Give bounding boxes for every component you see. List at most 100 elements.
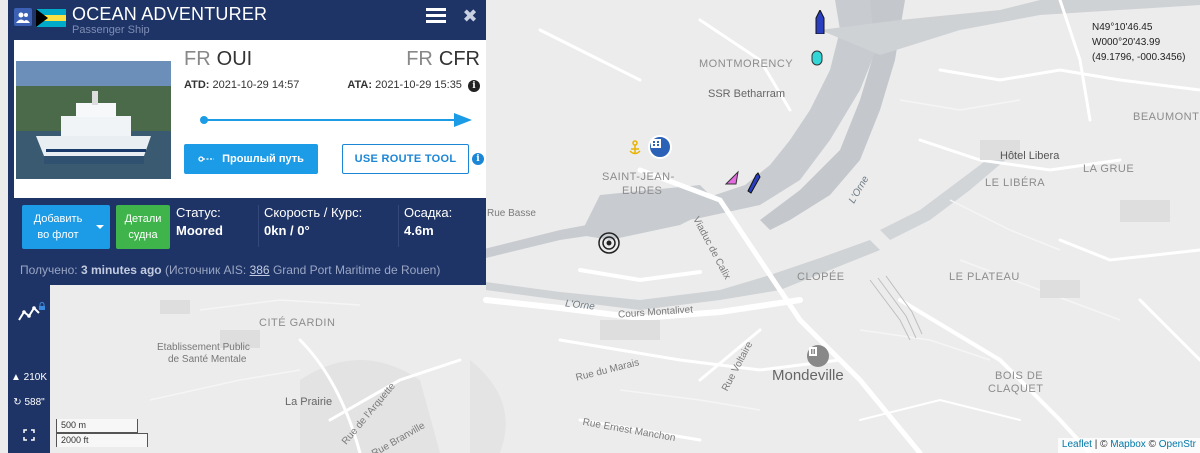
speed-label: Скорость / Курс:: [264, 205, 363, 220]
coord-lat: N49°10'46.45: [1092, 22, 1153, 33]
received-info: Получено: 3 minutes ago (Источник AIS: 3…: [20, 263, 440, 277]
place-beaumont: BEAUMONT: [1133, 111, 1200, 123]
fullscreen-icon: [23, 429, 35, 441]
poi-ssr-betharram: SSR Betharram: [708, 88, 786, 100]
received-source-prefix: (Источник AIS:: [164, 263, 247, 277]
scale-metric: 500 m: [56, 419, 138, 433]
poi-etablissement-line2: de Santé Mentale: [168, 354, 247, 365]
street-rue-basse: Rue Basse: [487, 208, 536, 219]
leaflet-link[interactable]: Leaflet: [1062, 439, 1092, 450]
map-scale: 500 m 2000 ft: [56, 419, 148, 447]
ata-label: ATA:: [347, 79, 373, 91]
past-track-label: Прошлый путь: [222, 153, 304, 165]
attrib-sep1: | ©: [1091, 439, 1111, 450]
osm-link[interactable]: OpenStr: [1159, 439, 1196, 450]
poi-hotel-libera: Hôtel Libera: [1000, 150, 1060, 162]
place-le-libera: LE LIBÉRA: [985, 177, 1046, 189]
port-icon[interactable]: [648, 135, 672, 159]
vessel-name: OCEAN ADVENTURER: [72, 4, 268, 24]
place-le-plateau: LE PLATEAU: [949, 271, 1020, 283]
arrival-port[interactable]: FR CFR: [406, 48, 480, 71]
track-icon: [198, 156, 215, 162]
scale-imperial: 2000 ft: [56, 433, 148, 447]
cursor-coordinates: N49°10'46.45 W000°20'43.99 (49.1796, -00…: [1092, 20, 1185, 65]
bahamas-flag-icon: [36, 9, 66, 27]
refresh-icon: ↻: [13, 397, 22, 408]
fleet-users-icon[interactable]: [14, 8, 32, 26]
refresh-stat[interactable]: ↻ 588": [8, 397, 50, 408]
ship-small-icon: ▲: [10, 372, 21, 383]
place-clopee: CLOPÉE: [797, 271, 845, 283]
chevron-down-icon[interactable]: [96, 225, 104, 229]
speed-course-block: Скорость / Курс: 0kn / 0°: [264, 205, 362, 238]
ais-station-name: Grand Port Maritime de Rouen): [272, 263, 441, 277]
town-hall-icon[interactable]: [807, 345, 829, 367]
vessels-count-value: 210K: [23, 372, 48, 383]
draught-value: 4.6m: [404, 223, 434, 238]
vessel-marker-blue-icon[interactable]: [815, 10, 825, 34]
past-track-button[interactable]: Прошлый путь: [184, 144, 318, 174]
vessel-type: Passenger Ship: [72, 24, 150, 36]
speed-value: 0kn / 0°: [264, 223, 310, 238]
hamburger-menu-icon[interactable]: [426, 8, 446, 26]
route-tool-button[interactable]: USE ROUTE TOOL: [342, 144, 469, 174]
place-saint-jean-line1: SAINT-JEAN-: [602, 171, 675, 183]
lock-icon: [39, 302, 45, 310]
coord-lon: W000°20'43.99: [1092, 37, 1161, 48]
voyage-card: FR OUI FR CFR ATD: 2021-10-29 14:57 ATA: 2…: [14, 40, 486, 198]
received-age: 3 minutes ago: [80, 263, 162, 277]
vessel-marker-cyan-icon[interactable]: [811, 50, 823, 66]
ais-station-link[interactable]: 386: [250, 263, 270, 277]
vessels-count-stat: ▲ 210K: [8, 372, 50, 383]
place-bois-line1: BOIS DE: [995, 370, 1044, 382]
departure-locode: OUI: [216, 48, 253, 70]
arrival-country: FR: [406, 48, 433, 70]
place-mondeville: Mondeville: [772, 367, 844, 384]
ata-info-icon[interactable]: i: [468, 80, 480, 92]
vessel-photo[interactable]: [16, 61, 171, 179]
atd-label: ATD:: [184, 79, 210, 91]
vessel-header: OCEAN ADVENTURER Passenger Ship ✖: [8, 0, 486, 38]
status-value: Moored: [176, 223, 223, 238]
ata-row: ATA: 2021-10-29 15:35 i: [347, 79, 480, 92]
mapbox-link[interactable]: Mapbox: [1110, 439, 1146, 450]
place-cite-gardin: CITÉ GARDIN: [259, 317, 336, 329]
ata-value: 2021-10-29 15:35: [375, 79, 462, 91]
atd-row: ATD: 2021-10-29 14:57: [184, 79, 299, 91]
status-block: Статус: Moored: [176, 205, 223, 238]
place-la-prairie: La Prairie: [285, 396, 333, 408]
poi-etablissement-line1: Etablissement Public: [157, 342, 250, 353]
attrib-sep2: ©: [1145, 439, 1159, 450]
place-montmorency: MONTMORENCY: [699, 58, 794, 70]
line-chart-icon: [18, 306, 40, 321]
draught-label: Осадка:: [404, 205, 453, 220]
add-to-fleet-label: Добавить во флот: [33, 213, 83, 241]
add-to-fleet-button[interactable]: Добавить во флот: [22, 205, 110, 249]
vessel-marker-blue2-icon[interactable]: [747, 172, 761, 194]
fullscreen-button[interactable]: [8, 417, 50, 453]
place-la-grue: LA GRUE: [1083, 163, 1135, 175]
status-label: Статус:: [176, 205, 221, 220]
stat-divider: [258, 205, 259, 247]
place-bois-line2: CLAQUET: [988, 383, 1044, 395]
received-prefix: Получено:: [20, 263, 78, 277]
vessel-details-button[interactable]: Детали судна: [116, 205, 170, 249]
selected-vessel-target-icon[interactable]: [597, 231, 621, 255]
arrival-locode: CFR: [438, 48, 480, 70]
refresh-count-value: 588": [24, 397, 45, 408]
stat-divider: [398, 205, 399, 247]
close-icon[interactable]: ✖: [460, 6, 480, 28]
draught-block: Осадка: 4.6m: [404, 205, 452, 238]
coord-decimal: (49.1796, -000.3456): [1092, 52, 1186, 63]
vessel-info-panel: OCEAN ADVENTURER Passenger Ship ✖ FR OUI…: [8, 0, 486, 285]
vessel-marker-pink-icon[interactable]: [724, 170, 740, 186]
route-progress-arrow: [200, 113, 472, 127]
atd-value: 2021-10-29 14:57: [212, 79, 300, 91]
departure-country: FR: [184, 48, 211, 70]
map-attribution: Leaflet | © Mapbox © OpenStr: [1057, 438, 1200, 453]
route-tool-info-icon[interactable]: i: [472, 153, 484, 165]
place-saint-jean-line2: EUDES: [622, 185, 663, 197]
app-root: MONTMORENCY SSR Betharram SAINT-JEAN- EU…: [0, 0, 1200, 453]
departure-port[interactable]: FR OUI: [184, 48, 252, 71]
anchor-icon[interactable]: [628, 140, 642, 156]
